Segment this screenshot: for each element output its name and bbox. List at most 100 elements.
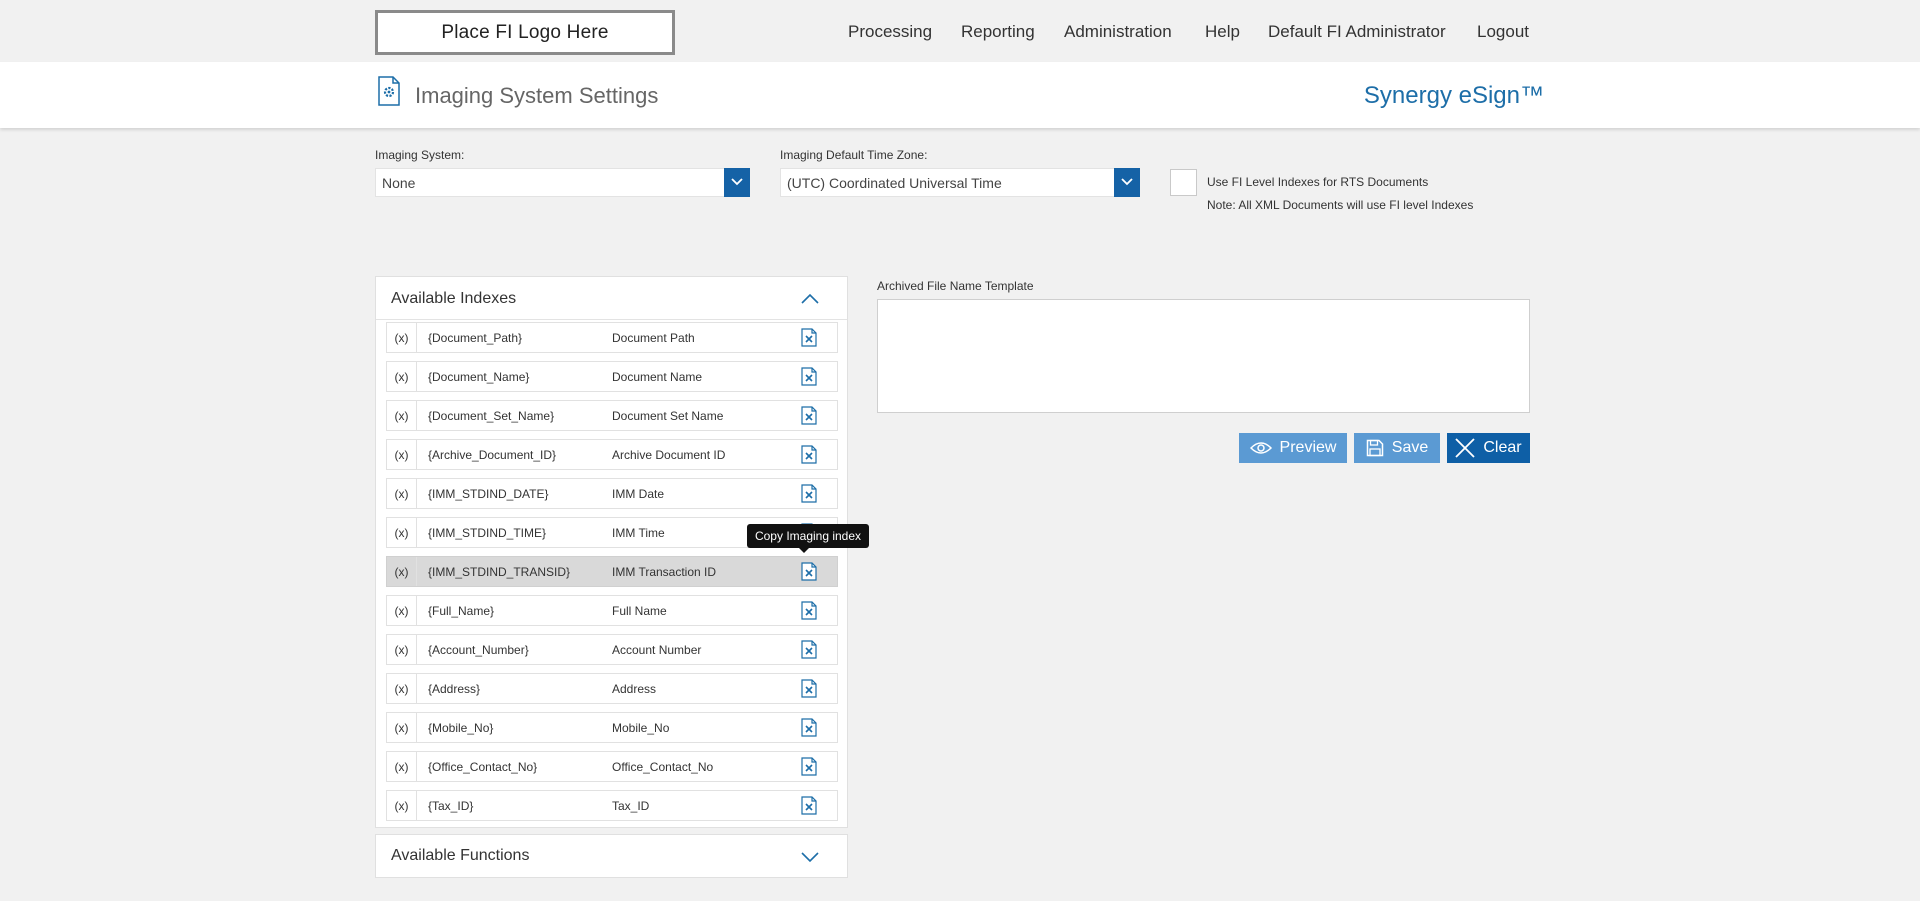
index-description: Address: [612, 682, 657, 696]
index-row[interactable]: (x) {Office_Contact_No} Office_Contact_No: [386, 751, 838, 782]
index-description: Office_Contact_No: [612, 760, 714, 774]
index-row[interactable]: (x) {IMM_STDIND_DATE} IMM Date: [386, 478, 838, 509]
index-description: IMM Date: [612, 487, 665, 501]
index-description: Mobile_No: [612, 721, 670, 735]
copy-index-icon[interactable]: [801, 406, 817, 425]
variable-marker: (x): [387, 752, 417, 781]
nav-logout[interactable]: Logout: [1477, 22, 1529, 42]
index-code: {Document_Path}: [428, 331, 523, 345]
variable-marker: (x): [387, 401, 417, 430]
brand-name: Synergy eSign™: [1363, 82, 1544, 109]
chevron-up-icon[interactable]: [801, 291, 819, 305]
index-row[interactable]: (x) {IMM_STDIND_TRANSID} IMM Transaction I…: [386, 556, 838, 587]
copy-index-icon[interactable]: [801, 718, 817, 737]
index-description: Archive Document ID: [612, 448, 726, 462]
variable-marker: (x): [387, 557, 417, 586]
index-row[interactable]: (x) {Full_Name} Full Name: [386, 595, 838, 626]
index-description: Tax_ID: [612, 799, 650, 813]
index-code: {Mobile_No}: [428, 721, 494, 735]
variable-marker: (x): [387, 791, 417, 820]
fi-level-indexes-checkbox[interactable]: [1170, 169, 1197, 196]
available-functions-title: Available Functions: [391, 847, 530, 864]
copy-index-icon[interactable]: [801, 328, 817, 347]
index-code: {Document_Set_Name}: [428, 409, 555, 423]
save-label: Save: [1391, 439, 1429, 456]
timezone-label: Imaging Default Time Zone:: [780, 148, 928, 162]
imaging-system-select[interactable]: None: [375, 167, 750, 197]
index-code: {Address}: [428, 682, 481, 696]
variable-marker: (x): [387, 635, 417, 664]
variable-marker: (x): [387, 518, 417, 547]
copy-index-icon[interactable]: [801, 640, 817, 659]
available-indexes-panel: Available Indexes (x) {Document_Path} Docu…: [375, 276, 848, 828]
index-code: {IMM_STDIND_TRANSID}: [428, 565, 571, 579]
copy-index-icon[interactable]: [801, 601, 817, 620]
floppy-disk-icon: [1366, 439, 1384, 457]
copy-index-icon[interactable]: [801, 484, 817, 503]
chevron-down-icon[interactable]: [724, 167, 750, 197]
copy-index-icon[interactable]: [801, 757, 817, 776]
clear-label: Clear: [1483, 439, 1522, 456]
index-list: (x) {Document_Path} Document Path (x) {Docum…: [386, 322, 838, 829]
index-row[interactable]: (x) {Document_Set_Name} Document Set Name: [386, 400, 838, 431]
index-code: {Office_Contact_No}: [428, 760, 538, 774]
index-description: IMM Transaction ID: [612, 565, 717, 579]
timezone-select[interactable]: (UTC) Coordinated Universal Time: [780, 167, 1140, 197]
variable-marker: (x): [387, 713, 417, 742]
imaging-system-label: Imaging System:: [375, 148, 465, 162]
preview-button[interactable]: Preview: [1239, 433, 1347, 463]
index-row[interactable]: (x) {Document_Name} Document Name: [386, 361, 838, 392]
variable-marker: (x): [387, 674, 417, 703]
index-code: {IMM_STDIND_TIME}: [428, 526, 547, 540]
copy-index-icon[interactable]: [801, 367, 817, 386]
copy-index-icon[interactable]: [801, 796, 817, 815]
index-description: Account Number: [612, 643, 702, 657]
save-button[interactable]: Save: [1354, 433, 1440, 463]
available-indexes-title: Available Indexes: [391, 290, 517, 307]
index-row[interactable]: (x) {Account_Number} Account Number: [386, 634, 838, 665]
template-textarea[interactable]: [877, 299, 1530, 413]
variable-marker: (x): [387, 440, 417, 469]
eye-icon: [1249, 442, 1272, 454]
variable-marker: (x): [387, 479, 417, 508]
index-code: {Account_Number}: [428, 643, 529, 657]
template-label: Archived File Name Template: [877, 279, 1034, 293]
index-code: {Archive_Document_ID}: [428, 448, 557, 462]
nav-help[interactable]: Help: [1205, 22, 1240, 42]
nav-reporting[interactable]: Reporting: [961, 22, 1035, 42]
variable-marker: (x): [387, 596, 417, 625]
nav-user-menu[interactable]: Default FI Administrator: [1268, 22, 1446, 42]
copy-index-icon[interactable]: [801, 445, 817, 464]
copy-index-icon[interactable]: [801, 562, 817, 581]
fi-level-indexes-note: Note: All XML Documents will use FI leve…: [1207, 198, 1474, 212]
copy-tooltip: Copy Imaging index: [747, 524, 869, 553]
nav-processing[interactable]: Processing: [848, 22, 932, 42]
chevron-down-icon[interactable]: [1114, 167, 1140, 197]
index-code: {Tax_ID}: [428, 799, 474, 813]
clear-button[interactable]: Clear: [1447, 433, 1530, 463]
index-row[interactable]: (x) {Archive_Document_ID} Archive Document…: [386, 439, 838, 470]
preview-label: Preview: [1279, 439, 1337, 456]
page-header: [0, 62, 1920, 128]
index-description: Full Name: [612, 604, 667, 618]
index-code: {IMM_STDIND_DATE}: [428, 487, 549, 501]
index-row[interactable]: (x) {Tax_ID} Tax_ID: [386, 790, 838, 821]
chevron-down-icon[interactable]: [801, 850, 819, 864]
variable-marker: (x): [387, 362, 417, 391]
close-icon: [1455, 438, 1476, 458]
index-code: {Full_Name}: [428, 604, 495, 618]
settings-document-icon: [378, 76, 400, 106]
index-description: Document Set Name: [612, 409, 724, 423]
variable-marker: (x): [387, 323, 417, 352]
available-indexes-header[interactable]: Available Indexes: [376, 277, 847, 320]
index-code: {Document_Name}: [428, 370, 530, 384]
available-functions-panel[interactable]: Available Functions: [375, 834, 848, 878]
copy-index-icon[interactable]: [801, 679, 817, 698]
index-description: IMM Time: [612, 526, 665, 540]
nav-administration[interactable]: Administration: [1064, 22, 1172, 42]
fi-logo-placeholder[interactable]: Place FI Logo Here: [375, 10, 675, 55]
index-row[interactable]: (x) {Mobile_No} Mobile_No: [386, 712, 838, 743]
index-row[interactable]: (x) {Address} Address: [386, 673, 838, 704]
top-navigation-bar: Place FI Logo Here Processing Reporting …: [0, 0, 1920, 62]
index-row[interactable]: (x) {Document_Path} Document Path: [386, 322, 838, 353]
